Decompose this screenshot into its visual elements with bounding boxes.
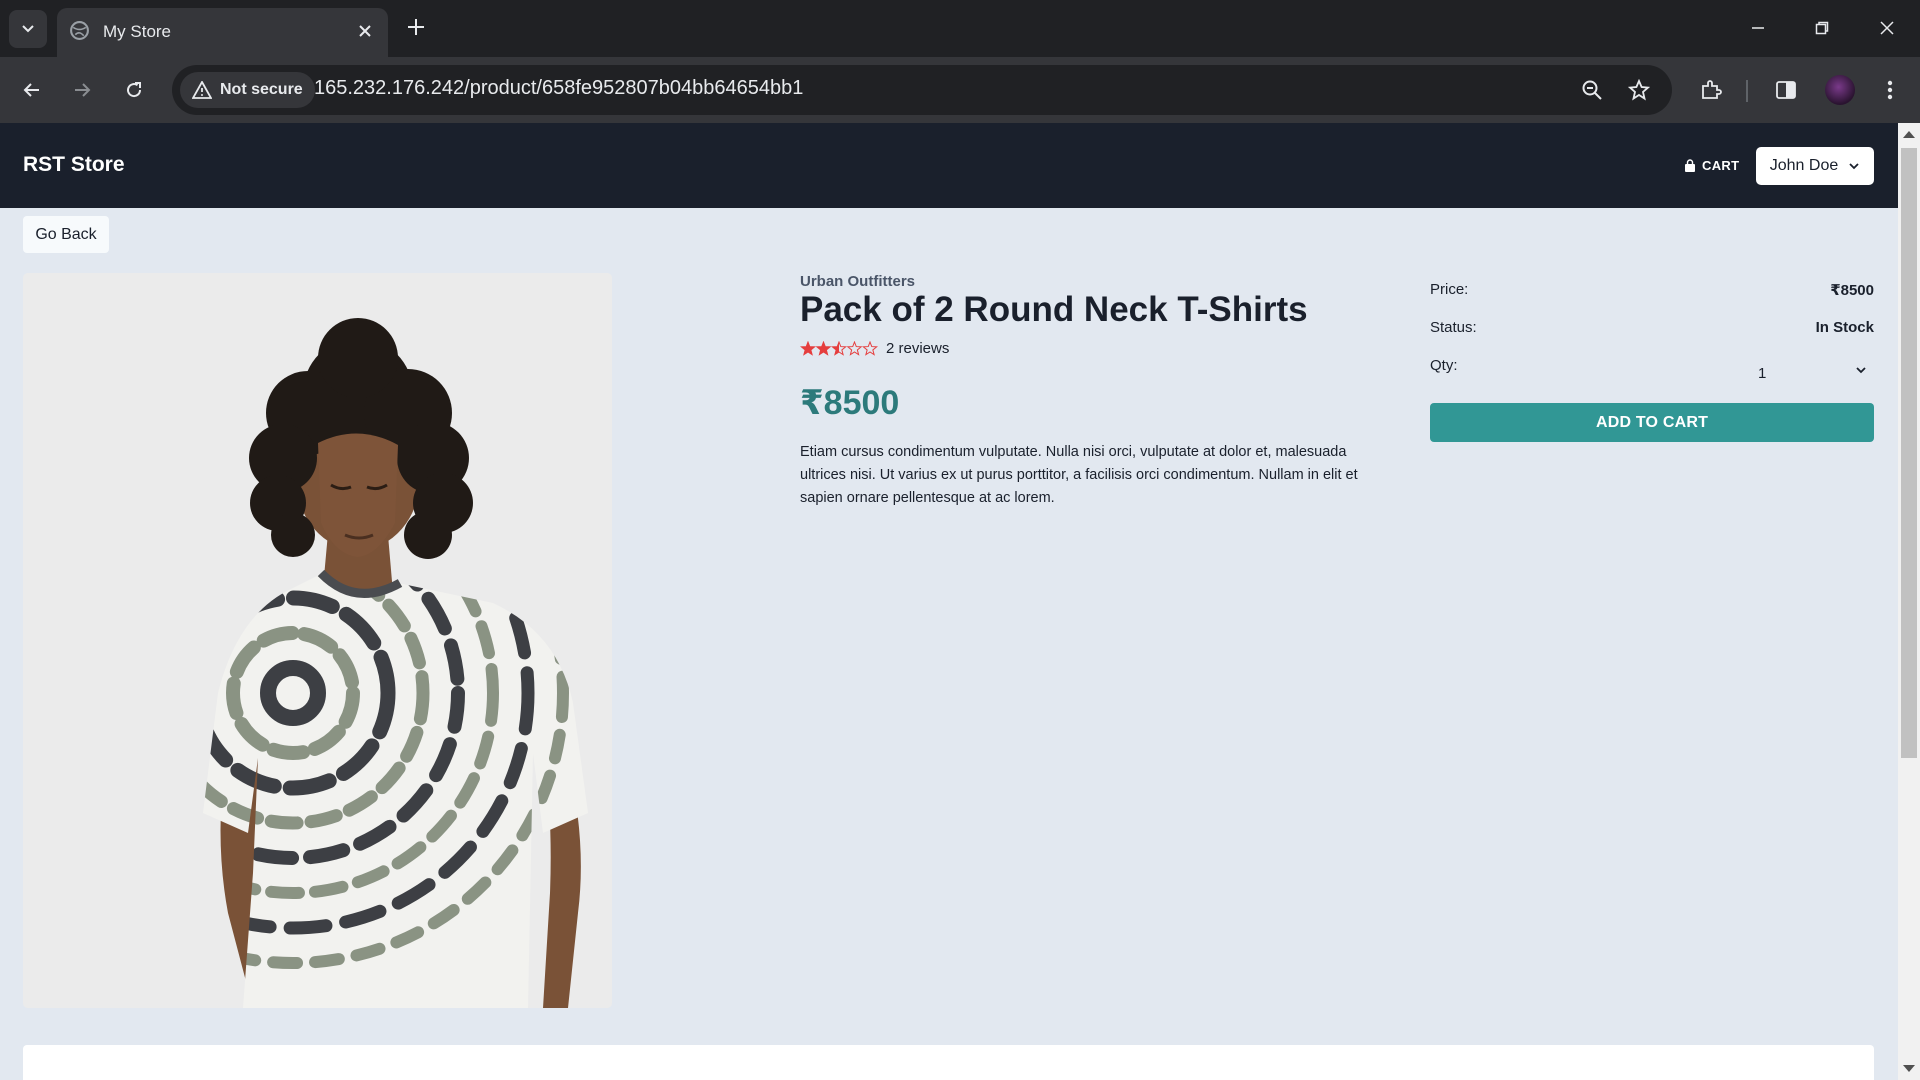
product-title: Pack of 2 Round Neck T-Shirts bbox=[800, 290, 1308, 329]
star-filled bbox=[816, 341, 831, 355]
user-menu-button[interactable]: John Doe bbox=[1756, 147, 1874, 185]
go-back-button[interactable]: Go Back bbox=[23, 216, 109, 253]
browser-tab-strip: My Store bbox=[0, 0, 1920, 57]
side-panel-icon[interactable] bbox=[1770, 74, 1802, 106]
forward-button[interactable] bbox=[62, 70, 102, 110]
store-brand[interactable]: RST Store bbox=[23, 153, 125, 177]
tab-title: My Store bbox=[103, 22, 172, 41]
arrow-left-icon bbox=[23, 83, 39, 97]
user-name: John Doe bbox=[1769, 157, 1839, 174]
price-value: ₹8500 bbox=[1830, 282, 1874, 299]
url-text[interactable]: 165.232.176.242/product/658fe952807b04bb… bbox=[314, 77, 803, 100]
back-button[interactable] bbox=[12, 70, 52, 110]
review-count[interactable]: 2 reviews bbox=[886, 340, 949, 357]
product-photo-illustration bbox=[23, 273, 612, 1008]
chevron-down-icon bbox=[22, 25, 34, 33]
product-brand: Urban Outfitters bbox=[800, 273, 916, 290]
page-viewport: RST Store CART John Doe Go Back Urban Ou… bbox=[0, 123, 1898, 1080]
status-value: In Stock bbox=[1815, 319, 1874, 336]
product-price: ₹8500 bbox=[800, 384, 900, 422]
security-label: Not secure bbox=[220, 81, 303, 98]
scroll-up-arrow[interactable] bbox=[1903, 131, 1915, 138]
browser-tab[interactable]: My Store bbox=[57, 8, 388, 57]
globe-icon bbox=[70, 21, 89, 40]
zoom-icon[interactable] bbox=[1578, 76, 1606, 104]
close-icon bbox=[1880, 21, 1894, 35]
chevron-down-icon bbox=[1856, 367, 1866, 374]
browser-toolbar: Not secure 165.232.176.242/product/658fe… bbox=[0, 57, 1920, 123]
reload-icon bbox=[127, 82, 142, 98]
reload-button[interactable] bbox=[114, 70, 154, 110]
star-outline bbox=[846, 340, 863, 356]
more-menu-icon[interactable] bbox=[1874, 74, 1906, 106]
security-chip[interactable]: Not secure bbox=[180, 72, 315, 108]
star-filled bbox=[801, 341, 815, 355]
rating-stars bbox=[800, 340, 878, 356]
star-outline bbox=[862, 340, 878, 356]
cart-link[interactable]: CART bbox=[1684, 158, 1739, 173]
price-label: Price: bbox=[1430, 281, 1469, 298]
restore-button[interactable] bbox=[1795, 10, 1849, 46]
page-scrollbar[interactable] bbox=[1898, 123, 1920, 1080]
scroll-thumb[interactable] bbox=[1901, 148, 1917, 758]
status-row: Status: In Stock bbox=[1430, 311, 1874, 349]
qty-select[interactable]: 1 bbox=[1750, 359, 1874, 391]
buy-panel: Price: ₹8500 Status: In Stock Qty: 1 ADD… bbox=[1430, 273, 1874, 442]
qty-label: Qty: bbox=[1430, 357, 1458, 374]
bookmark-star-icon[interactable] bbox=[1625, 76, 1653, 104]
qty-row: Qty: 1 bbox=[1430, 349, 1874, 387]
shopping-bag-icon bbox=[1685, 159, 1695, 172]
tab-search-button[interactable] bbox=[9, 10, 47, 48]
qty-value: 1 bbox=[1758, 365, 1767, 382]
reviews-section bbox=[23, 1045, 1874, 1080]
cart-label: CART bbox=[1702, 158, 1740, 173]
product-rating: 2 reviews bbox=[800, 340, 949, 357]
toolbar-divider bbox=[1746, 80, 1748, 102]
close-tab-icon[interactable] bbox=[352, 18, 378, 44]
close-window-button[interactable] bbox=[1860, 10, 1914, 46]
price-row: Price: ₹8500 bbox=[1430, 273, 1874, 311]
address-bar[interactable]: Not secure 165.232.176.242/product/658fe… bbox=[172, 65, 1672, 115]
product-description: Etiam cursus condimentum vulputate. Null… bbox=[800, 444, 1358, 506]
minimize-button[interactable] bbox=[1731, 10, 1785, 46]
store-header: RST Store CART John Doe bbox=[0, 123, 1898, 208]
warning-icon bbox=[192, 81, 212, 99]
status-label: Status: bbox=[1430, 319, 1477, 336]
new-tab-button[interactable] bbox=[401, 12, 431, 42]
plus-icon bbox=[408, 19, 424, 35]
profile-avatar[interactable] bbox=[1825, 75, 1855, 105]
extensions-icon[interactable] bbox=[1695, 74, 1727, 106]
chevron-down-icon bbox=[1849, 163, 1859, 170]
minimize-icon bbox=[1752, 27, 1764, 29]
product-image bbox=[23, 273, 612, 1008]
restore-icon bbox=[1815, 21, 1829, 35]
add-to-cart-button[interactable]: ADD TO CART bbox=[1430, 403, 1874, 442]
arrow-right-icon bbox=[75, 83, 91, 97]
scroll-down-arrow[interactable] bbox=[1903, 1065, 1915, 1072]
